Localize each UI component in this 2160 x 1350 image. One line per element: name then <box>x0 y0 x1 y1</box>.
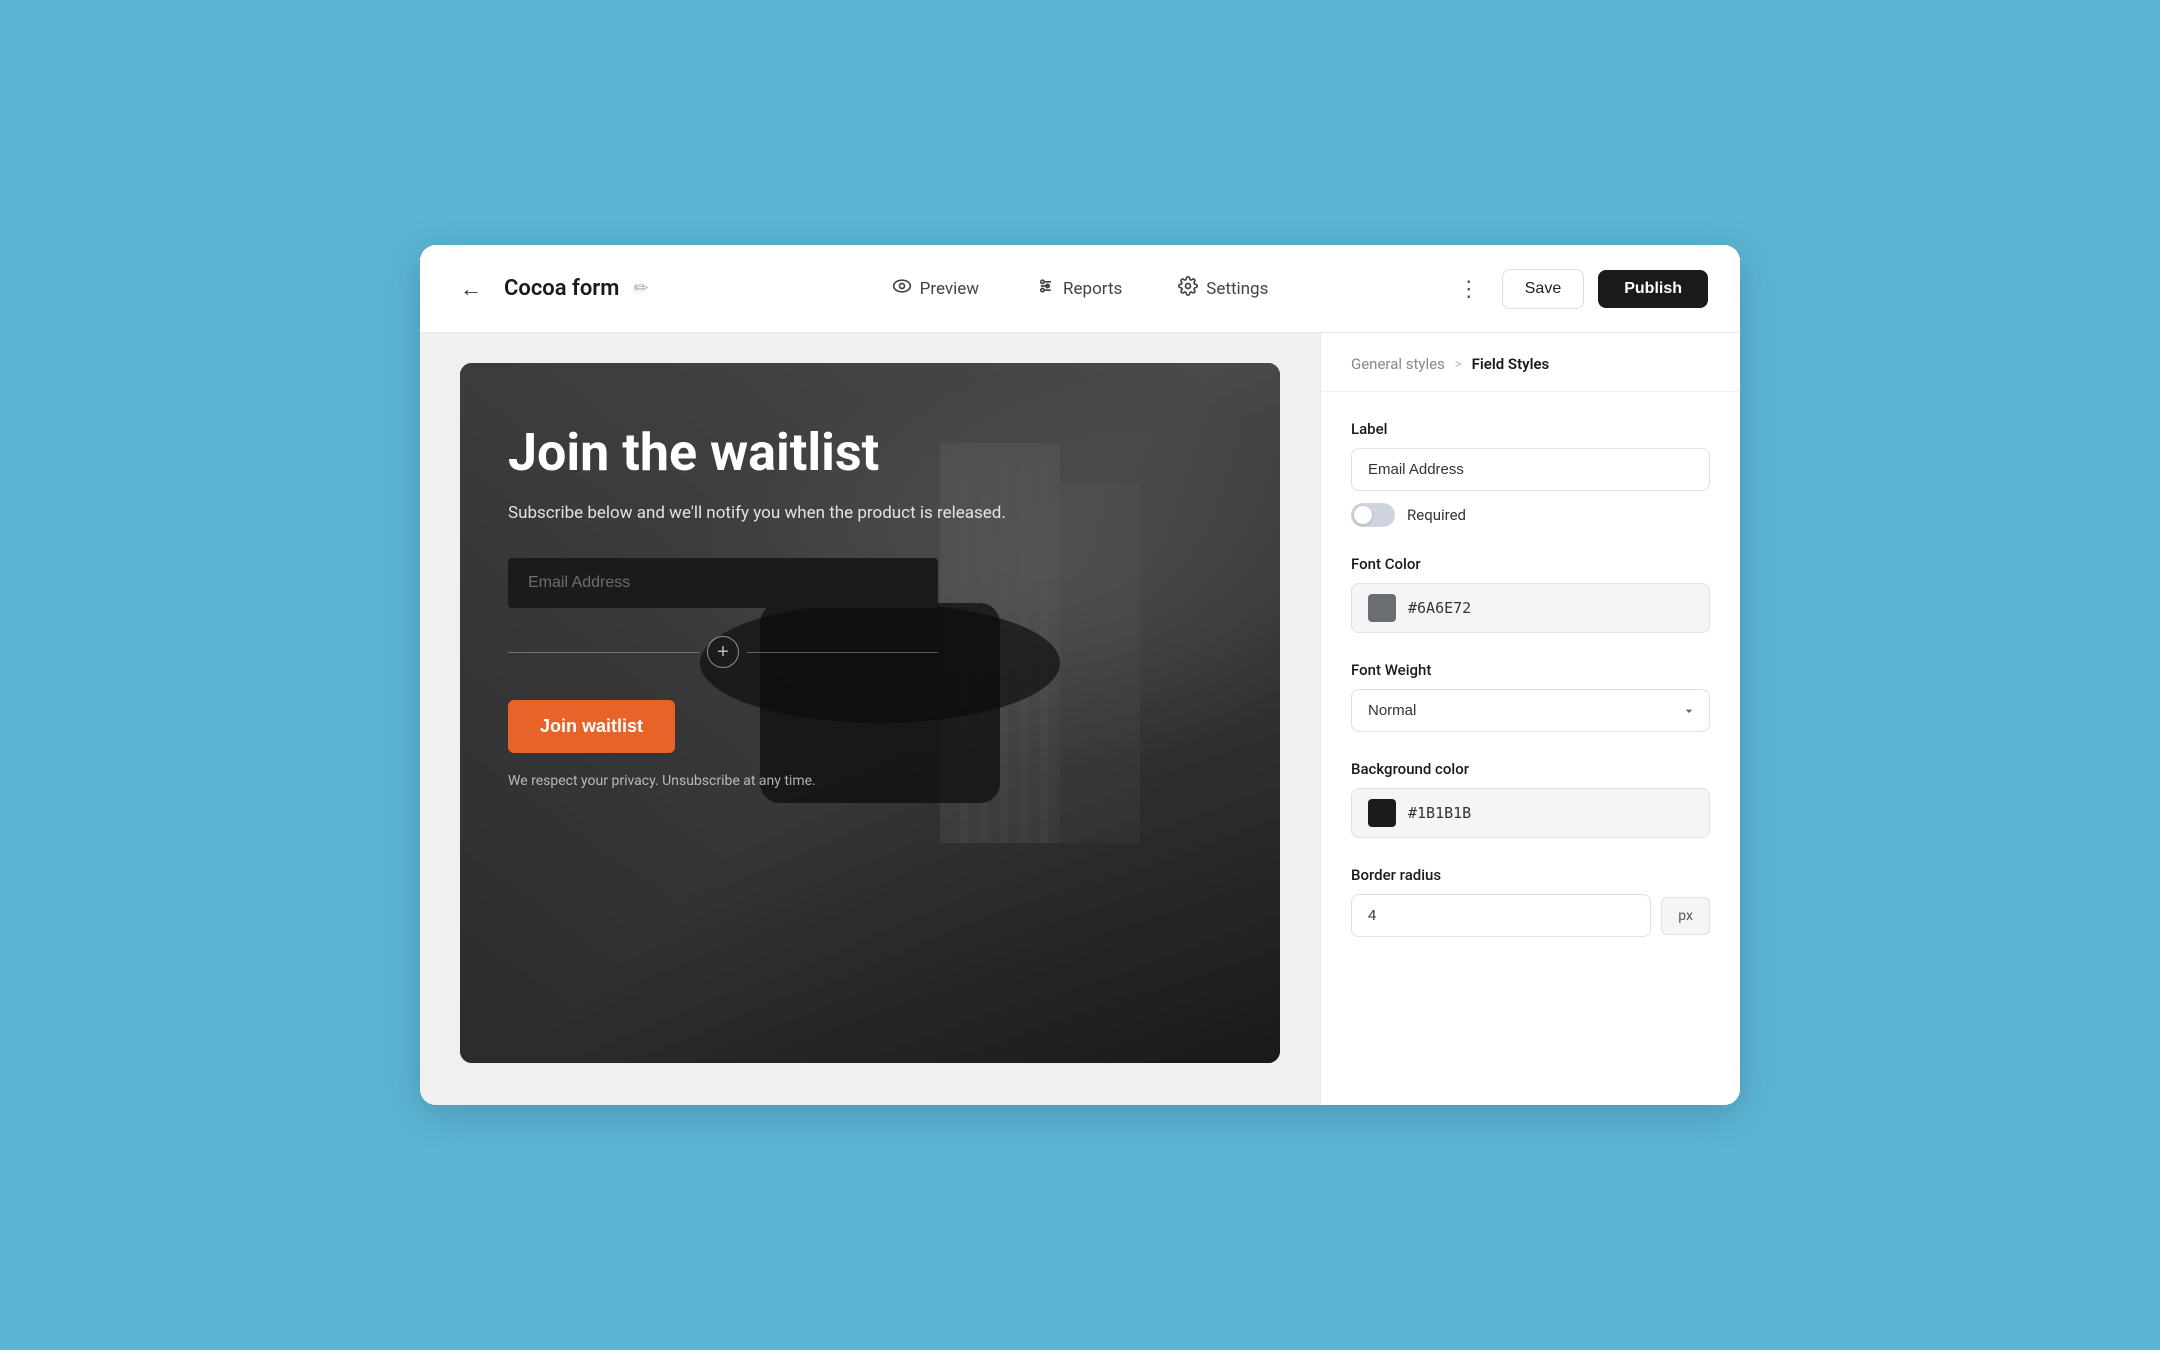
add-line-left <box>508 652 699 653</box>
app-window: ← Cocoa form ✏ Preview Reports S <box>420 245 1740 1105</box>
header-nav: Preview Reports Settings <box>732 270 1428 307</box>
save-button[interactable]: Save <box>1502 269 1584 309</box>
breadcrumb-current: Field Styles <box>1472 355 1550 373</box>
sidebar-panel: General styles > Field Styles Label Requ… <box>1320 333 1740 1105</box>
nav-reports-label: Reports <box>1063 279 1122 299</box>
breadcrumb-separator: > <box>1455 357 1462 372</box>
add-field-row: + <box>508 636 938 668</box>
required-label: Required <box>1407 506 1466 524</box>
required-row: Required <box>1351 503 1710 527</box>
preview-icon <box>892 276 912 301</box>
nav-settings[interactable]: Settings <box>1168 270 1278 307</box>
nav-settings-label: Settings <box>1206 279 1268 299</box>
font-color-hex: #6A6E72 <box>1408 599 1471 617</box>
bg-color-label: Background color <box>1351 760 1710 778</box>
reports-icon <box>1035 276 1055 301</box>
border-radius-input[interactable] <box>1351 894 1651 937</box>
font-color-group: Font Color #6A6E72 <box>1351 555 1710 633</box>
edit-icon[interactable]: ✏ <box>633 278 648 299</box>
font-weight-label: Font Weight <box>1351 661 1710 679</box>
form-canvas: Join the waitlist Subscribe below and we… <box>460 363 1280 1063</box>
font-color-swatch[interactable]: #6A6E72 <box>1351 583 1710 633</box>
add-field-button[interactable]: + <box>707 636 739 668</box>
bg-color-swatch[interactable]: #1B1B1B <box>1351 788 1710 838</box>
submit-button[interactable]: Join waitlist <box>508 700 675 753</box>
form-title: Cocoa form <box>504 276 619 301</box>
border-radius-group: Border radius px <box>1351 866 1710 937</box>
nav-preview[interactable]: Preview <box>882 270 989 307</box>
email-field-wrap <box>508 558 1232 608</box>
breadcrumb-parent[interactable]: General styles <box>1351 355 1445 373</box>
header-left: ← Cocoa form ✏ <box>452 272 732 306</box>
more-button[interactable]: ⋮ <box>1450 272 1488 306</box>
header-right: ⋮ Save Publish <box>1428 269 1708 309</box>
border-radius-label: Border radius <box>1351 866 1710 884</box>
form-heading: Join the waitlist <box>508 423 1232 483</box>
bg-color-hex: #1B1B1B <box>1408 804 1471 822</box>
required-toggle[interactable] <box>1351 503 1395 527</box>
canvas-content: Join the waitlist Subscribe below and we… <box>460 363 1280 837</box>
bg-color-group: Background color #1B1B1B <box>1351 760 1710 838</box>
header: ← Cocoa form ✏ Preview Reports S <box>420 245 1740 333</box>
label-field-group: Label Required <box>1351 420 1710 527</box>
form-subheading: Subscribe below and we'll notify you whe… <box>508 501 1232 527</box>
px-unit-badge: px <box>1661 897 1710 935</box>
font-color-box <box>1368 594 1396 622</box>
publish-button[interactable]: Publish <box>1598 270 1708 308</box>
canvas-area: Join the waitlist Subscribe below and we… <box>420 333 1320 1105</box>
panel-breadcrumb: General styles > Field Styles <box>1321 333 1740 392</box>
panel-body: Label Required Font Color #6A6E72 <box>1321 392 1740 993</box>
label-section-label: Label <box>1351 420 1710 438</box>
font-weight-group: Font Weight Normal Bold Light Medium Sem… <box>1351 661 1710 732</box>
font-weight-select[interactable]: Normal Bold Light Medium Semibold <box>1351 689 1710 732</box>
privacy-text: We respect your privacy. Unsubscribe at … <box>508 773 1232 789</box>
add-line-right <box>747 652 938 653</box>
main-content: Join the waitlist Subscribe below and we… <box>420 333 1740 1105</box>
settings-icon <box>1178 276 1198 301</box>
back-button[interactable]: ← <box>452 272 490 306</box>
toggle-knob <box>1354 506 1372 524</box>
border-radius-row: px <box>1351 894 1710 937</box>
label-input[interactable] <box>1351 448 1710 491</box>
nav-reports[interactable]: Reports <box>1025 270 1132 307</box>
font-color-label: Font Color <box>1351 555 1710 573</box>
bg-color-box <box>1368 799 1396 827</box>
email-input[interactable] <box>508 558 938 608</box>
nav-preview-label: Preview <box>920 279 979 299</box>
